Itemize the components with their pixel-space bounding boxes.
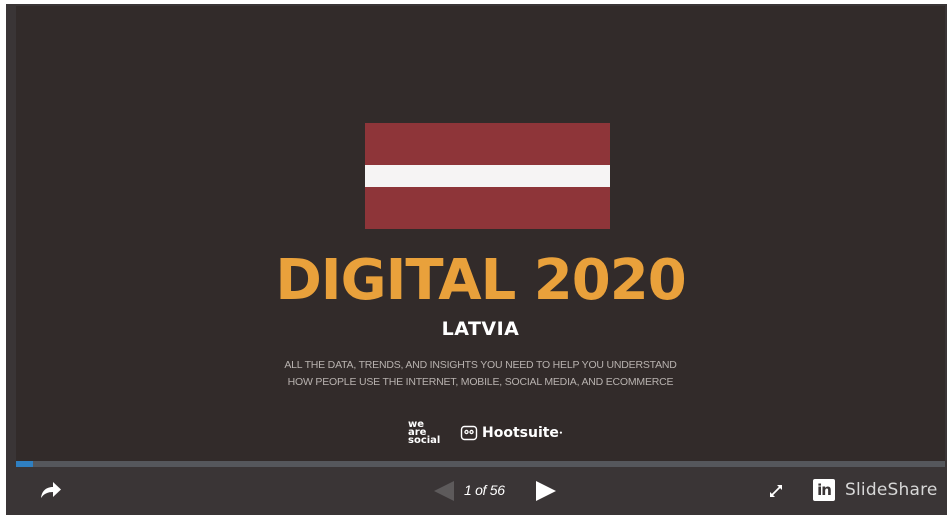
share-arrow-icon[interactable] — [38, 479, 64, 501]
brand-name: SlideShare — [845, 480, 938, 500]
linkedin-icon: in — [813, 479, 835, 501]
subtitle-line-2: HOW PEOPLE USE THE INTERNET, MOBILE, SOC… — [287, 376, 674, 388]
subtitle-line-1: ALL THE DATA, TRENDS, AND INSIGHTS YOU N… — [284, 359, 677, 371]
slide-canvas[interactable]: DIGITAL 2020 LATVIA ALL THE DATA, TRENDS… — [16, 6, 945, 461]
hootsuite-wordmark: Hootsuite — [482, 425, 559, 441]
latvia-flag — [365, 123, 610, 229]
slideshow-viewer: DIGITAL 2020 LATVIA ALL THE DATA, TRENDS… — [6, 4, 947, 515]
logo-word-social: social — [408, 435, 441, 446]
slide-subtitle: ALL THE DATA, TRENDS, AND INSIGHTS YOU N… — [16, 357, 945, 391]
slideshare-brand[interactable]: in SlideShare — [813, 479, 938, 501]
fullscreen-expand-icon[interactable] — [769, 484, 783, 498]
slide-title: DIGITAL 2020 — [275, 248, 686, 313]
player-toolbar: 1 of 56 in SlideShare — [16, 467, 945, 515]
slide-counter: 1 of 56 — [464, 482, 505, 498]
flag-stripe-top — [365, 123, 610, 165]
sponsor-logos: we are social Hootsuite • — [408, 415, 563, 451]
we-are-social-logo: we are social — [408, 420, 456, 446]
flag-stripe-middle — [365, 165, 610, 187]
slide-country: LATVIA — [441, 318, 520, 340]
previous-arrow-icon[interactable] — [432, 480, 456, 502]
hootsuite-logo: Hootsuite • — [460, 424, 563, 442]
next-arrow-icon[interactable] — [534, 480, 558, 502]
owl-icon — [460, 425, 478, 441]
flag-stripe-bottom — [365, 187, 610, 229]
